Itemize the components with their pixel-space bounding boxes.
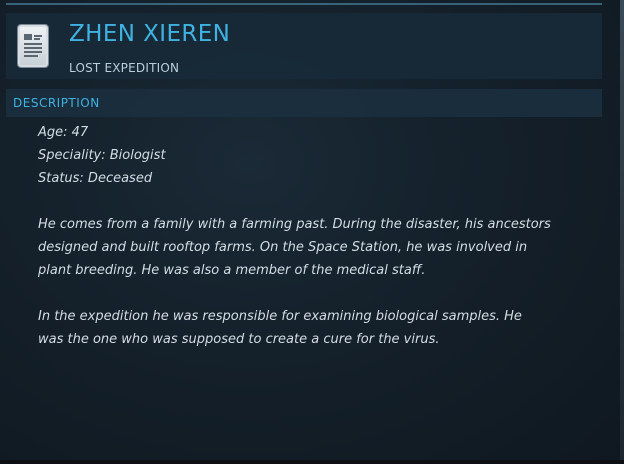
description-heading: DESCRIPTION: [13, 96, 100, 110]
paragraph-line: was the one who was supposed to create a…: [38, 332, 440, 347]
character-name: ZHEN XIEREN: [69, 21, 231, 47]
description-section-header: DESCRIPTION: [6, 89, 602, 117]
paragraph-line: designed and built rooftop farms. On the…: [38, 240, 528, 255]
stat-age: Age: 47: [38, 125, 89, 140]
window-frame-bottom: [0, 460, 624, 464]
description-body: Age: 47 Speciality: Biologist Status: De…: [38, 121, 578, 351]
character-category: LOST EXPEDITION: [69, 61, 180, 75]
paragraph-line: plant breeding. He was also a member of …: [38, 263, 426, 278]
window-frame-right: [620, 0, 624, 464]
stat-status: Status: Deceased: [38, 171, 153, 186]
expedition-paragraph: In the expedition he was responsible for…: [38, 305, 578, 351]
character-stats: Age: 47 Speciality: Biologist Status: De…: [38, 121, 578, 190]
background-paragraph: He comes from a family with a farming pa…: [38, 213, 578, 282]
paragraph-line: He comes from a family with a farming pa…: [38, 217, 551, 232]
character-header: ZHEN XIEREN LOST EXPEDITION: [6, 13, 602, 79]
stat-speciality: Speciality: Biologist: [38, 148, 166, 163]
document-icon: [18, 25, 48, 67]
top-divider: [6, 3, 602, 5]
paragraph-line: In the expedition he was responsible for…: [38, 309, 522, 324]
